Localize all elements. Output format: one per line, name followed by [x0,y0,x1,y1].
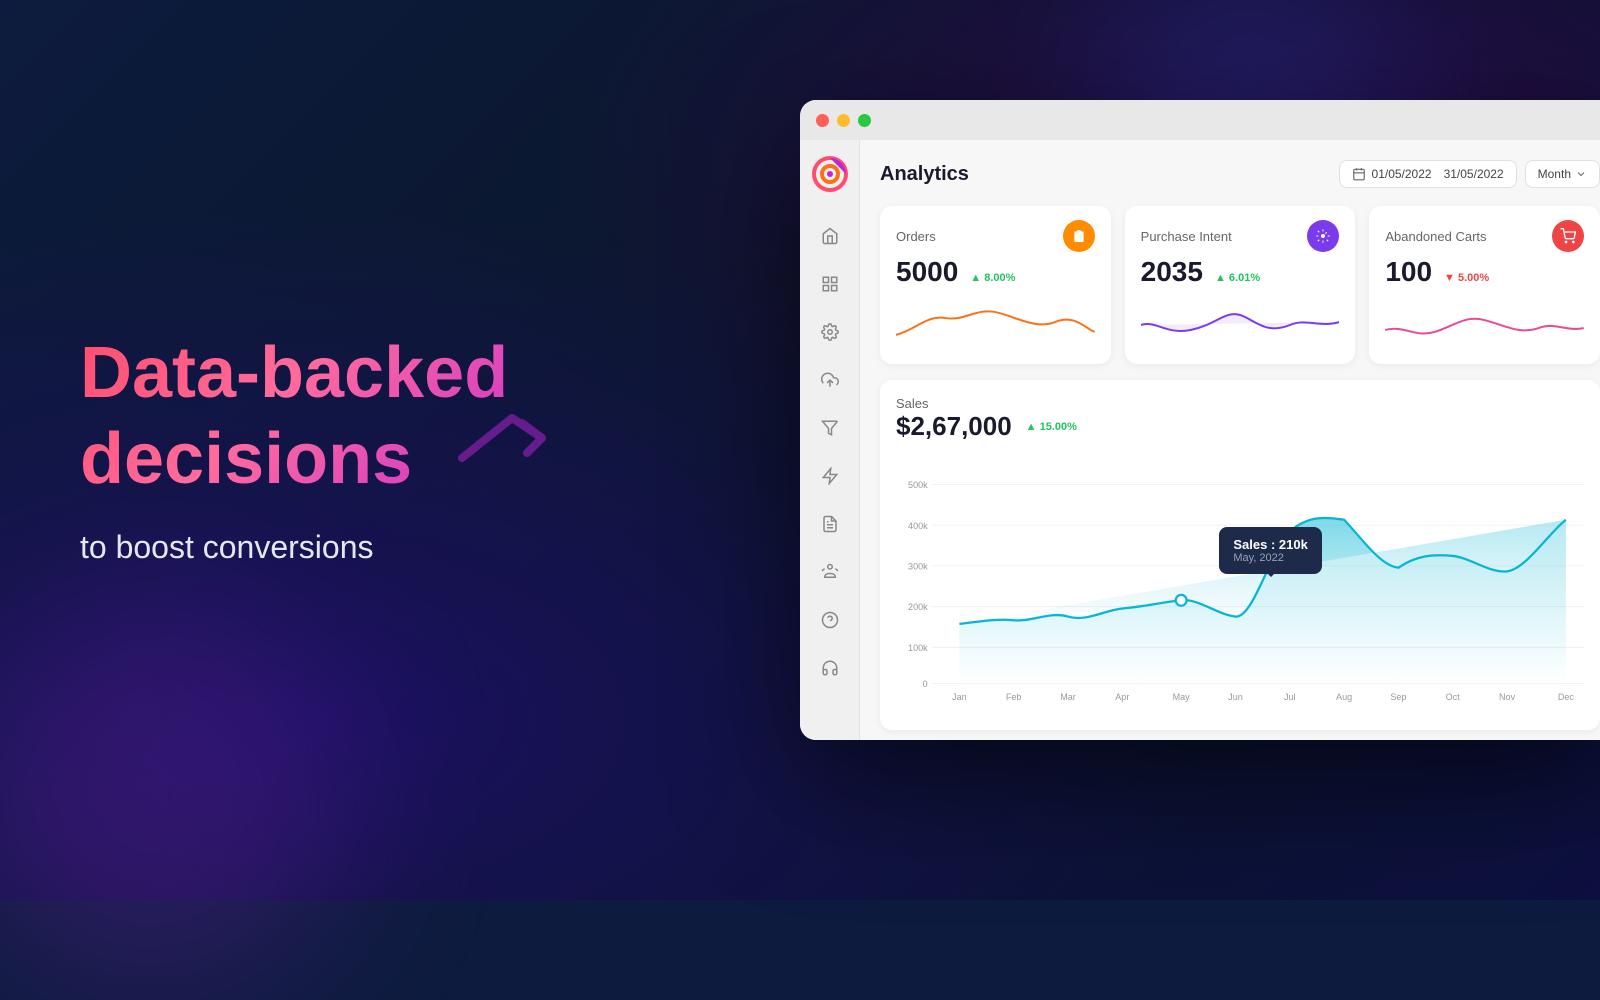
metric-card-purchase-intent: Purchase Intent 2035 ▲ 6.01% [1125,206,1356,364]
chevron-down-icon [1575,168,1587,180]
purchase-intent-change: ▲ 6.01% [1215,272,1260,284]
orders-label: Orders [896,229,936,244]
svg-text:Jan: Jan [952,692,967,702]
orders-icon [1063,220,1095,252]
maximize-button[interactable] [858,114,871,127]
arrow-icon [452,403,552,489]
abandoned-carts-label: Abandoned Carts [1385,229,1486,244]
svg-text:Oct: Oct [1446,692,1461,702]
svg-text:400k: 400k [908,521,928,531]
orders-value: 5000 [896,256,958,288]
sidebar-item-lightning[interactable] [816,462,844,490]
purchase-intent-value: 2035 [1141,256,1203,288]
app-content: Analytics 01/05/2022 31/05/2022 Month [800,140,1600,740]
calendar-icon [1352,167,1366,181]
svg-text:Mar: Mar [1060,692,1076,702]
main-area: Analytics 01/05/2022 31/05/2022 Month [860,140,1600,740]
svg-text:500k: 500k [908,480,928,490]
sales-value: $2,67,000 [896,411,1012,442]
metrics-row: Orders 5000 ▲ 8.00% [880,206,1600,364]
close-button[interactable] [816,114,829,127]
svg-text:May: May [1173,692,1191,702]
sales-label: Sales [896,396,1584,411]
svg-text:200k: 200k [908,602,928,612]
sidebar-item-settings[interactable] [816,318,844,346]
title-bar [800,100,1600,140]
header-controls: 01/05/2022 31/05/2022 Month [1339,160,1600,188]
abandoned-carts-change: ▼ 5.00% [1444,272,1489,284]
period-label: Month [1538,167,1571,181]
header-row: Analytics 01/05/2022 31/05/2022 Month [880,160,1600,188]
sidebar-item-help[interactable] [816,606,844,634]
metric-card-abandoned-carts: Abandoned Carts 100 ▼ 5.00% [1369,206,1600,364]
abandoned-carts-value: 100 [1385,256,1432,288]
metric-card-orders: Orders 5000 ▲ 8.00% [880,206,1111,364]
svg-text:Nov: Nov [1499,692,1516,702]
sidebar-item-upload[interactable] [816,366,844,394]
svg-text:Aug: Aug [1336,692,1352,702]
sidebar-item-headset[interactable] [816,654,844,682]
page-title: Analytics [880,163,969,186]
svg-text:Dec: Dec [1558,692,1575,702]
sidebar-item-document[interactable] [816,510,844,538]
abandoned-carts-mini-chart [1385,300,1584,350]
headline-line2: decisions [80,419,552,499]
svg-text:Feb: Feb [1006,692,1022,702]
sidebar-item-home[interactable] [816,222,844,250]
orders-change: ▲ 8.00% [970,272,1015,284]
svg-text:100k: 100k [908,643,928,653]
date-end: 31/05/2022 [1444,167,1504,181]
svg-text:Jul: Jul [1284,692,1296,702]
date-range-control[interactable]: 01/05/2022 31/05/2022 [1339,160,1517,188]
headline-line1: Data-backed [80,333,508,413]
sidebar-item-people[interactable] [816,558,844,586]
svg-text:Jun: Jun [1228,692,1243,702]
svg-text:Apr: Apr [1115,692,1129,702]
sales-card: Sales $2,67,000 ▲ 15.00% [880,380,1600,730]
left-panel: Data-backed decisions to boost conversio… [0,0,640,900]
app-logo [812,156,848,192]
minimize-button[interactable] [837,114,850,127]
sidebar-item-layout[interactable] [816,270,844,298]
svg-text:0: 0 [923,679,928,689]
sidebar-item-marketing[interactable] [816,414,844,442]
date-start: 01/05/2022 [1372,167,1432,181]
abandoned-carts-icon [1552,220,1584,252]
svg-text:300k: 300k [908,562,928,572]
purchase-intent-icon [1307,220,1339,252]
headline: Data-backed decisions [80,334,560,499]
subtitle: to boost conversions [80,529,560,566]
sales-chart-svg: 500k 400k 300k 200k 100k 0 [896,454,1584,714]
period-select[interactable]: Month [1525,160,1600,188]
sidebar [800,140,860,740]
chart-tooltip-dot [1176,595,1187,606]
sales-change: ▲ 15.00% [1026,421,1077,433]
sales-chart-container: 500k 400k 300k 200k 100k 0 [896,454,1584,714]
browser-window: Analytics 01/05/2022 31/05/2022 Month [800,100,1600,740]
purchase-intent-mini-chart [1141,300,1340,350]
svg-text:Sep: Sep [1390,692,1406,702]
orders-mini-chart [896,300,1095,350]
purchase-intent-label: Purchase Intent [1141,229,1232,244]
